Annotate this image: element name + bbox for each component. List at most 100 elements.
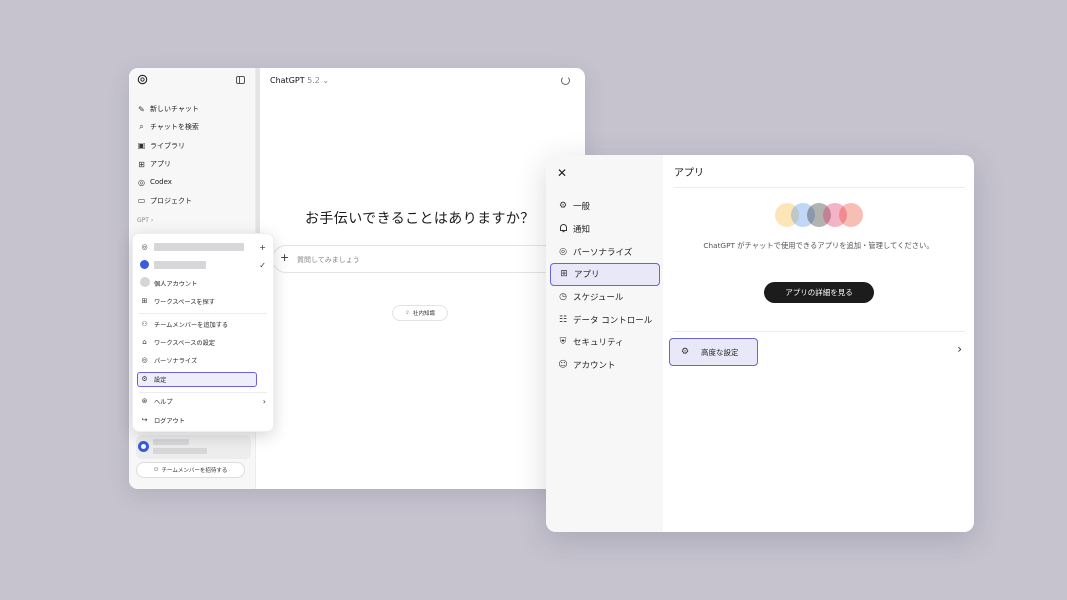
account-menu: ◎ + ✓ 個人アカウント ⊞ ワークスペースを探す ⚇ チームメンバーを追加す…: [132, 233, 274, 432]
openai-logo-icon[interactable]: [137, 74, 148, 85]
logout-icon: ↪: [141, 416, 148, 424]
avatar: [140, 277, 150, 289]
menu-logout[interactable]: ↪ ログアウト: [140, 413, 266, 427]
settings-sidebar: ✕ ⚙ 一般 通知 ◎ パーソナライズ ⊞ アプリ ◷ スケジュール ☷ データ…: [546, 155, 663, 532]
personalize-icon: ◎: [141, 356, 148, 364]
page-title: アプリ: [674, 168, 704, 179]
sidebar-item-new-chat[interactable]: ✎ 新しいチャット: [137, 100, 249, 118]
clock-icon: ◷: [559, 292, 567, 303]
settings-tab-label: 一般: [573, 202, 591, 213]
new-chat-icon: ✎: [138, 104, 145, 114]
menu-workspace-current[interactable]: ✓: [140, 258, 266, 272]
sidebar-item-codex[interactable]: ◎ Codex: [137, 173, 249, 191]
check-icon: ✓: [259, 260, 266, 270]
plus-icon[interactable]: +: [280, 251, 289, 264]
shield-icon: ⛨: [559, 337, 567, 348]
menu-personalize[interactable]: ◎ パーソナライズ: [140, 353, 266, 367]
invite-members-button[interactable]: ⚇ チームメンバーを招待する: [136, 462, 245, 478]
account-plan-redacted: [153, 448, 207, 454]
sidebar-item-label: チャットを検索: [150, 123, 199, 132]
menu-add-team-members[interactable]: ⚇ チームメンバーを追加する: [140, 317, 266, 331]
menu-divider: [139, 313, 267, 314]
menu-item-label: 設定: [154, 376, 167, 384]
help-icon: ⊛: [141, 397, 148, 405]
sidebar-item-library[interactable]: ▣ ライブラリ: [137, 137, 249, 155]
sidebar-item-label: アプリ: [150, 160, 171, 169]
advanced-settings-label: 高度な設定: [701, 347, 739, 357]
settings-nav: ⚙ 一般 通知 ◎ パーソナライズ ⊞ アプリ ◷ スケジュール ☷ データ コ…: [550, 195, 660, 377]
knowledge-icon: ♧: [405, 310, 410, 316]
database-icon: ☷: [558, 314, 568, 325]
app-logos-illustration: [775, 203, 865, 227]
personalize-icon: ◎: [559, 246, 567, 257]
settings-tab-notifications[interactable]: 通知: [550, 218, 660, 241]
settings-content: アプリ ChatGPT がチャットで使用できるアプリを追加・管理してください。 …: [663, 155, 974, 532]
user-icon: ◎: [141, 243, 148, 251]
menu-personal-account[interactable]: 個人アカウント: [140, 276, 266, 290]
settings-tab-label: アカウント: [573, 361, 616, 372]
sidebar-nav: ✎ 新しいチャット ⌕ チャットを検索 ▣ ライブラリ ⊞ アプリ ◎ Code…: [137, 100, 249, 210]
composer[interactable]: + 質問してみましょう 🎙︎: [272, 245, 572, 273]
search-icon: ⌕: [139, 122, 144, 132]
sidebar-item-apps[interactable]: ⊞ アプリ: [137, 155, 249, 173]
divider: [674, 331, 965, 332]
workspace-settings-icon: ⌂: [142, 338, 147, 346]
personal-account-label: 個人アカウント: [154, 280, 198, 288]
account-name-redacted: [153, 439, 189, 445]
temporary-chat-icon[interactable]: [561, 76, 570, 85]
plus-icon[interactable]: +: [259, 243, 266, 252]
menu-account-email[interactable]: ◎ +: [140, 240, 266, 254]
apps-icon: ⊞: [138, 159, 145, 169]
settings-tab-security[interactable]: ⛨ セキュリティ: [550, 331, 660, 354]
advanced-settings-button[interactable]: ⚙ 高度な設定: [669, 338, 758, 366]
email-redacted: [154, 243, 244, 251]
company-knowledge-label: 社内知識: [412, 311, 435, 317]
invite-members-label: チームメンバーを招待する: [161, 468, 228, 474]
menu-help[interactable]: ⊛ ヘルプ ›: [140, 394, 266, 408]
model-selector[interactable]: ChatGPT 5.2 ⌄: [270, 76, 329, 85]
account-icon: ☺: [558, 360, 568, 371]
composer-input[interactable]: 質問してみましょう: [297, 255, 360, 265]
sidebar-item-search[interactable]: ⌕ チャットを検索: [137, 118, 249, 136]
menu-item-label: パーソナライズ: [154, 357, 198, 365]
company-knowledge-chip[interactable]: ♧ 社内知識: [392, 305, 448, 321]
sidebar-gpt-section[interactable]: GPT ›: [137, 217, 153, 224]
menu-item-label: ワークスペースの設定: [154, 339, 215, 347]
workspace-icon: [140, 259, 149, 271]
avatar: [138, 441, 149, 452]
logout-label: ログアウト: [154, 417, 185, 425]
settings-tab-label: パーソナライズ: [573, 247, 633, 258]
app-details-button[interactable]: アプリの詳細を見る: [764, 282, 874, 303]
library-icon: ▣: [137, 141, 146, 151]
gear-icon: ⚙: [680, 347, 690, 357]
sidebar-item-label: 新しいチャット: [150, 105, 199, 114]
close-icon[interactable]: ✕: [557, 166, 567, 180]
menu-workspace-settings[interactable]: ⌂ ワークスペースの設定: [140, 335, 266, 349]
find-workspace-label: ワークスペースを探す: [154, 298, 215, 306]
add-member-icon: ⚇: [153, 467, 159, 473]
settings-tab-data-controls[interactable]: ☷ データ コントロール: [550, 308, 660, 331]
help-label: ヘルプ: [154, 398, 173, 406]
settings-tab-account[interactable]: ☺ アカウント: [550, 354, 660, 377]
settings-tab-label: アプリ: [574, 270, 600, 281]
menu-find-workspace[interactable]: ⊞ ワークスペースを探す: [140, 294, 266, 308]
settings-tab-general[interactable]: ⚙ 一般: [550, 195, 660, 218]
sidebar-item-label: Codex: [150, 178, 172, 187]
account-button[interactable]: [136, 435, 251, 459]
menu-settings[interactable]: ⚙ 設定: [140, 372, 266, 386]
bell-icon: [557, 223, 569, 236]
gear-icon: ⚙: [558, 201, 568, 212]
sidebar-item-label: ライブラリ: [150, 141, 185, 150]
sidebar-item-projects[interactable]: ▭ プロジェクト: [137, 191, 249, 209]
settings-tab-schedule[interactable]: ◷ スケジュール: [550, 286, 660, 309]
chat-main-pane: ChatGPT 5.2 ⌄ お手伝いできることはありますか？ + 質問してみまし…: [260, 68, 585, 489]
add-square-icon: ⊞: [141, 297, 148, 305]
sidebar-toggle-icon[interactable]: [236, 76, 245, 84]
settings-tab-apps[interactable]: ⊞ アプリ: [550, 263, 660, 286]
settings-tab-personalize[interactable]: ◎ パーソナライズ: [550, 240, 660, 263]
settings-tab-label: スケジュール: [573, 293, 624, 304]
workspace-name-redacted: [154, 261, 206, 269]
menu-divider: [139, 392, 267, 393]
chevron-right-icon[interactable]: ›: [957, 342, 962, 356]
model-version: 5.2 ⌄: [307, 76, 330, 85]
